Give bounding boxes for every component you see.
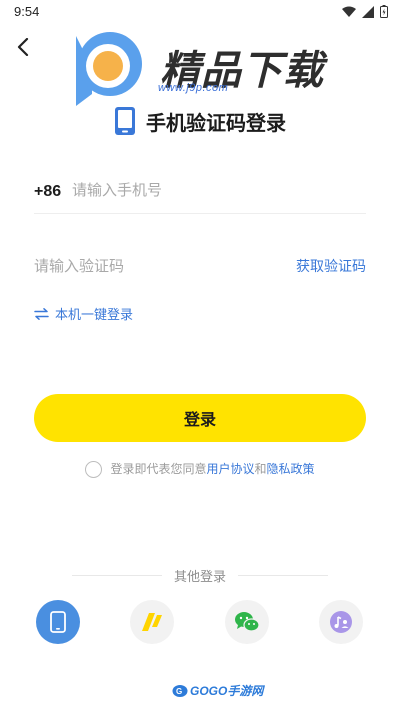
gogo-logo-icon: G <box>172 684 188 697</box>
phone-icon <box>50 611 66 633</box>
social-login-row <box>36 600 364 646</box>
agreement-row: 登录即代表您同意用户协议和隐私政策 <box>0 460 400 478</box>
phone-icon <box>115 107 135 135</box>
status-icons <box>342 5 388 18</box>
agreement-and: 和 <box>254 462 267 476</box>
watermark-text: GOGO手游网 <box>190 684 264 698</box>
music-account-login-button[interactable] <box>319 600 363 644</box>
logo-mark-icon <box>76 32 142 106</box>
yellow-slash-logo-icon <box>142 613 162 631</box>
agreement-checkbox[interactable] <box>85 460 103 478</box>
music-user-icon <box>330 611 352 633</box>
status-time: 9:54 <box>14 4 40 19</box>
one-tap-login-label: 本机一键登录 <box>55 307 134 322</box>
watermark-logo: G GOGO手游网 <box>172 682 263 699</box>
status-bar: 9:54 <box>0 0 400 24</box>
wechat-icon <box>235 612 260 632</box>
svg-text:G: G <box>176 687 182 696</box>
login-button[interactable]: 登录 <box>34 394 366 442</box>
code-field-row: 获取验证码 <box>34 250 366 282</box>
country-code[interactable]: +86 <box>34 176 72 201</box>
verification-code-input[interactable] <box>34 257 234 275</box>
chevron-left-icon <box>17 38 29 56</box>
logo-url: www.j9p.com <box>158 82 229 94</box>
other-login-divider: 其他登录 <box>72 565 329 585</box>
phone-field-row: +86 <box>34 176 366 214</box>
privacy-policy-link[interactable]: 隐私政策 <box>267 462 315 476</box>
signal-icon <box>362 5 374 18</box>
phone-login-button[interactable] <box>36 600 80 644</box>
agreement-prefix: 登录即代表您同意 <box>110 462 207 476</box>
divider-line-left <box>72 574 162 576</box>
wechat-login-button[interactable] <box>225 600 269 644</box>
back-button[interactable] <box>12 36 34 58</box>
page-title: 手机验证码登录 <box>146 112 286 135</box>
other-login-label: 其他登录 <box>174 568 227 584</box>
page-heading: 手机验证码登录 <box>0 106 400 136</box>
logo: 精品下载 www.j9p.com <box>70 28 330 108</box>
one-tap-login-link[interactable]: 本机一键登录 <box>34 304 133 323</box>
user-agreement-link[interactable]: 用户协议 <box>206 462 254 476</box>
divider-line-right <box>238 574 329 576</box>
battery-icon <box>380 5 388 18</box>
yellow-app-login-button[interactable] <box>130 600 174 644</box>
get-code-button[interactable]: 获取验证码 <box>296 256 366 276</box>
wifi-icon <box>342 6 356 17</box>
phone-input[interactable] <box>72 176 342 199</box>
swap-arrows-icon <box>34 307 49 320</box>
